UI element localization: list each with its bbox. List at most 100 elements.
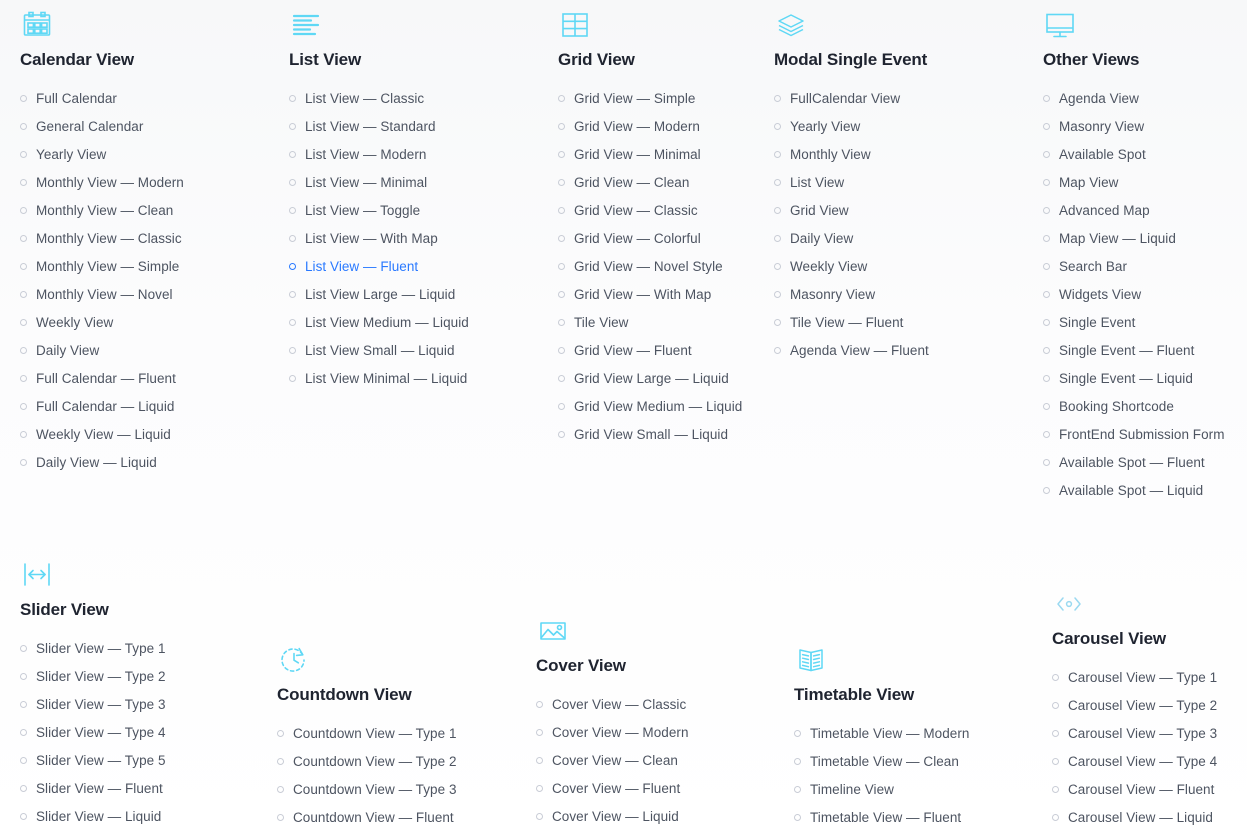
menu-item-label: Timetable View — Fluent [810,809,962,825]
menu-item[interactable]: Cover View — Classic [536,690,689,718]
menu-item[interactable]: Grid View — Novel Style [558,252,742,280]
menu-item[interactable]: Full Calendar — Liquid [20,392,184,420]
menu-item[interactable]: FrontEnd Submission Form [1043,420,1225,448]
menu-item[interactable]: Yearly View [774,112,929,140]
menu-item[interactable]: Monthly View — Modern [20,168,184,196]
menu-item[interactable]: Carousel View — Fluent [1052,775,1217,803]
menu-item[interactable]: Tile View — Fluent [774,308,929,336]
menu-item[interactable]: Full Calendar — Fluent [20,364,184,392]
menu-item[interactable]: Available Spot [1043,140,1225,168]
menu-item[interactable]: Carousel View — Type 2 [1052,691,1217,719]
menu-item[interactable]: Single Event — Fluent [1043,336,1225,364]
menu-item[interactable]: List View — Toggle [289,196,469,224]
menu-column-slider-view: Slider View Slider View — Type 1 Slider V… [20,558,166,830]
menu-item[interactable]: Grid View Medium — Liquid [558,392,742,420]
menu-item[interactable]: Countdown View — Fluent [277,803,457,831]
menu-item[interactable]: Masonry View [774,280,929,308]
menu-item[interactable]: Map View [1043,168,1225,196]
menu-item[interactable]: Slider View — Type 3 [20,690,166,718]
menu-item[interactable]: Carousel View — Type 4 [1052,747,1217,775]
menu-item[interactable]: General Calendar [20,112,184,140]
menu-item[interactable]: Timetable View — Clean [794,747,969,775]
menu-item[interactable]: Daily View [20,336,184,364]
menu-item[interactable]: Monthly View — Simple [20,252,184,280]
menu-item[interactable]: Timetable View — Modern [794,719,969,747]
menu-item[interactable]: Cover View — Liquid [536,802,689,830]
menu-item[interactable]: Countdown View — Type 1 [277,719,457,747]
menu-item[interactable]: List View — Standard [289,112,469,140]
menu-item[interactable]: Timetable View — Fluent [794,803,969,831]
bullet-icon [1043,122,1050,130]
menu-item[interactable]: Carousel View — Type 3 [1052,719,1217,747]
menu-item[interactable]: List View — Modern [289,140,469,168]
menu-item[interactable]: List View Small — Liquid [289,336,469,364]
menu-item[interactable]: Carousel View — Liquid [1052,803,1217,831]
menu-item[interactable]: Grid View — Minimal [558,140,742,168]
menu-item[interactable]: Full Calendar [20,84,184,112]
menu-item[interactable]: Agenda View [1043,84,1225,112]
menu-item[interactable]: List View — Classic [289,84,469,112]
menu-item[interactable]: Slider View — Fluent [20,774,166,802]
menu-item[interactable]: Masonry View [1043,112,1225,140]
menu-item[interactable]: Grid View — Modern [558,112,742,140]
menu-item[interactable]: Weekly View [20,308,184,336]
menu-item[interactable]: Available Spot — Fluent [1043,448,1225,476]
menu-item[interactable]: Monthly View — Novel [20,280,184,308]
menu-item[interactable]: Grid View — With Map [558,280,742,308]
menu-item[interactable]: Cover View — Modern [536,718,689,746]
menu-item[interactable]: Available Spot — Liquid [1043,476,1225,504]
menu-item[interactable]: Carousel View — Type 1 [1052,663,1217,691]
menu-item[interactable]: Cover View — Clean [536,746,689,774]
menu-item[interactable]: Monthly View — Classic [20,224,184,252]
menu-item[interactable]: List View — Fluent [289,252,469,280]
menu-item[interactable]: List View — Minimal [289,168,469,196]
menu-item[interactable]: Grid View [774,196,929,224]
menu-item[interactable]: Single Event — Liquid [1043,364,1225,392]
menu-item[interactable]: FullCalendar View [774,84,929,112]
menu-item[interactable]: Agenda View — Fluent [774,336,929,364]
menu-item[interactable]: Weekly View [774,252,929,280]
menu-item[interactable]: Monthly View [774,140,929,168]
menu-item[interactable]: Slider View — Type 1 [20,634,166,662]
menu-item[interactable]: Advanced Map [1043,196,1225,224]
menu-item[interactable]: Grid View — Fluent [558,336,742,364]
menu-item[interactable]: Countdown View — Type 2 [277,747,457,775]
menu-item-label: Timetable View — Clean [810,753,959,769]
menu-item-label: Countdown View — Type 3 [293,781,457,797]
menu-item[interactable]: Map View — Liquid [1043,224,1225,252]
bullet-icon [558,346,565,354]
menu-item[interactable]: Grid View Small — Liquid [558,420,742,448]
menu-item-label: List View — Standard [305,118,436,134]
menu-item[interactable]: Single Event [1043,308,1225,336]
menu-item[interactable]: Countdown View — Type 3 [277,775,457,803]
menu-item[interactable]: Search Bar [1043,252,1225,280]
menu-item[interactable]: Tile View [558,308,742,336]
menu-item[interactable]: Slider View — Liquid [20,802,166,830]
menu-item[interactable]: List View Medium — Liquid [289,308,469,336]
menu-item-label: List View Medium — Liquid [305,314,469,330]
menu-item[interactable]: Grid View Large — Liquid [558,364,742,392]
grid-table-icon [558,8,592,42]
bullet-icon [774,122,781,130]
menu-item[interactable]: List View — With Map [289,224,469,252]
menu-item[interactable]: Grid View — Classic [558,196,742,224]
menu-item[interactable]: Grid View — Simple [558,84,742,112]
menu-item[interactable]: Booking Shortcode [1043,392,1225,420]
menu-item[interactable]: Grid View — Clean [558,168,742,196]
menu-item[interactable]: Grid View — Colorful [558,224,742,252]
menu-item[interactable]: Weekly View — Liquid [20,420,184,448]
menu-item[interactable]: Widgets View [1043,280,1225,308]
menu-item[interactable]: Daily View [774,224,929,252]
menu-item[interactable]: Daily View — Liquid [20,448,184,476]
menu-item[interactable]: Slider View — Type 4 [20,718,166,746]
menu-item[interactable]: Cover View — Fluent [536,774,689,802]
menu-item[interactable]: List View [774,168,929,196]
menu-item[interactable]: List View Large — Liquid [289,280,469,308]
menu-item[interactable]: Timeline View [794,775,969,803]
menu-item[interactable]: Slider View — Type 5 [20,746,166,774]
menu-item[interactable]: Monthly View — Clean [20,196,184,224]
menu-column-carousel-view: Carousel View Carousel View — Type 1 Caro… [1052,587,1217,831]
menu-item[interactable]: List View Minimal — Liquid [289,364,469,392]
menu-item[interactable]: Yearly View [20,140,184,168]
menu-item[interactable]: Slider View — Type 2 [20,662,166,690]
